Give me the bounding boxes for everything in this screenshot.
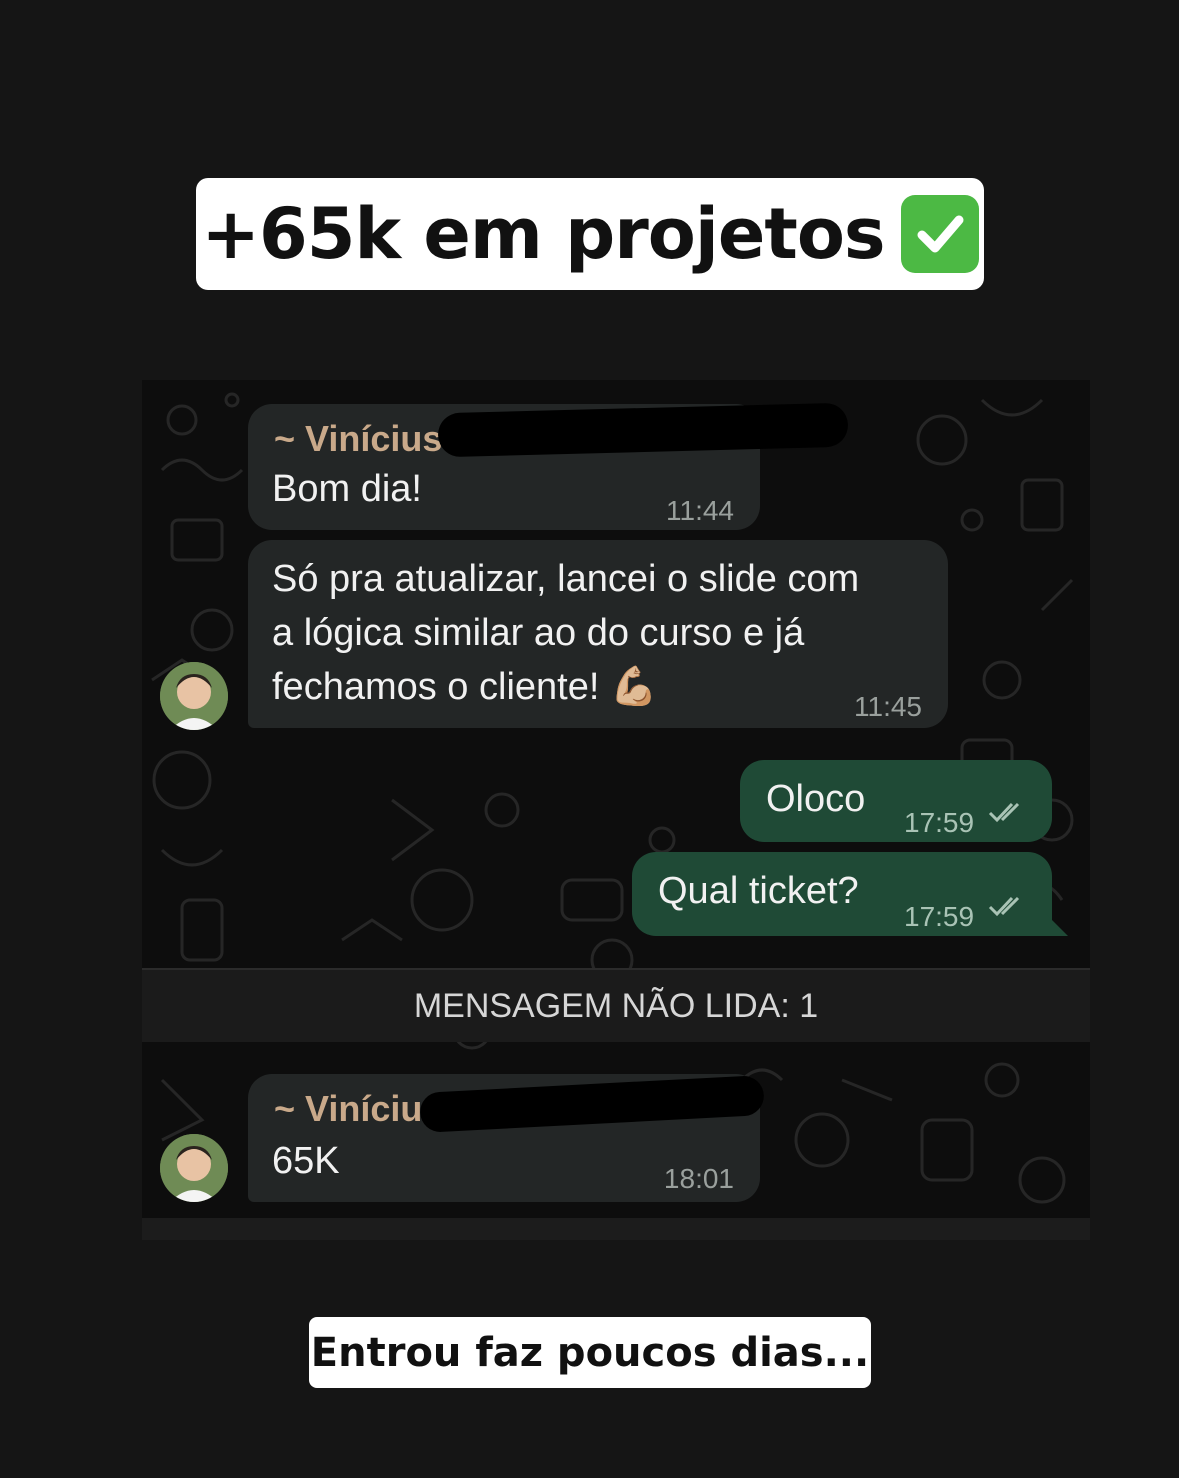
message-line: fechamos o cliente! 💪🏼	[272, 666, 658, 708]
sender-name[interactable]: ~ Vinícius	[274, 1082, 442, 1136]
message-time: 18:01	[663, 1163, 734, 1194]
message-line: Só pra atualizar, lancei o slide com	[272, 558, 860, 600]
check-mark-icon	[900, 195, 979, 273]
message-text: Oloco	[766, 778, 866, 820]
message-text: Só pra atualizar, lancei o slide com a l…	[272, 552, 859, 714]
message-text: Bom dia!	[272, 468, 422, 510]
bubble-tail	[1046, 914, 1068, 936]
caption-bottom-text: Entrou faz poucos dias...	[310, 1329, 870, 1376]
message-time: 11:44	[666, 495, 734, 526]
message-bubble-outgoing[interactable]: Oloco 17:59	[740, 760, 1052, 842]
double-check-read-icon	[988, 896, 1020, 917]
message-bubble-incoming[interactable]: Só pra atualizar, lancei o slide com a l…	[248, 540, 948, 728]
unread-label: MENSAGEM NÃO LIDA: 1	[413, 986, 819, 1025]
caption-top: +65k em projetos	[196, 178, 984, 290]
caption-bottom: Entrou faz poucos dias...	[309, 1317, 871, 1388]
unread-messages-divider: MENSAGEM NÃO LIDA: 1	[142, 968, 1090, 1042]
contact-avatar[interactable]	[160, 1134, 228, 1202]
message-text: Qual ticket?	[658, 870, 859, 912]
chat-input-strip	[142, 1218, 1090, 1240]
message-text: 65K	[272, 1140, 340, 1182]
chat-screenshot: ~ Vinícius Bom dia! 11:44 Só pra atualiz…	[142, 380, 1090, 1240]
message-bubble-outgoing[interactable]: Qual ticket? 17:59	[632, 852, 1052, 936]
message-time: 17:59	[904, 807, 975, 838]
message-line: a lógica similar ao do curso e já	[272, 612, 805, 654]
double-check-read-icon	[988, 802, 1020, 823]
message-time: 11:45	[854, 691, 922, 722]
sender-name[interactable]: ~ Vinícius	[274, 412, 442, 466]
message-time: 17:59	[904, 901, 975, 932]
contact-avatar[interactable]	[160, 662, 228, 730]
caption-top-text: +65k em projetos	[201, 193, 885, 275]
